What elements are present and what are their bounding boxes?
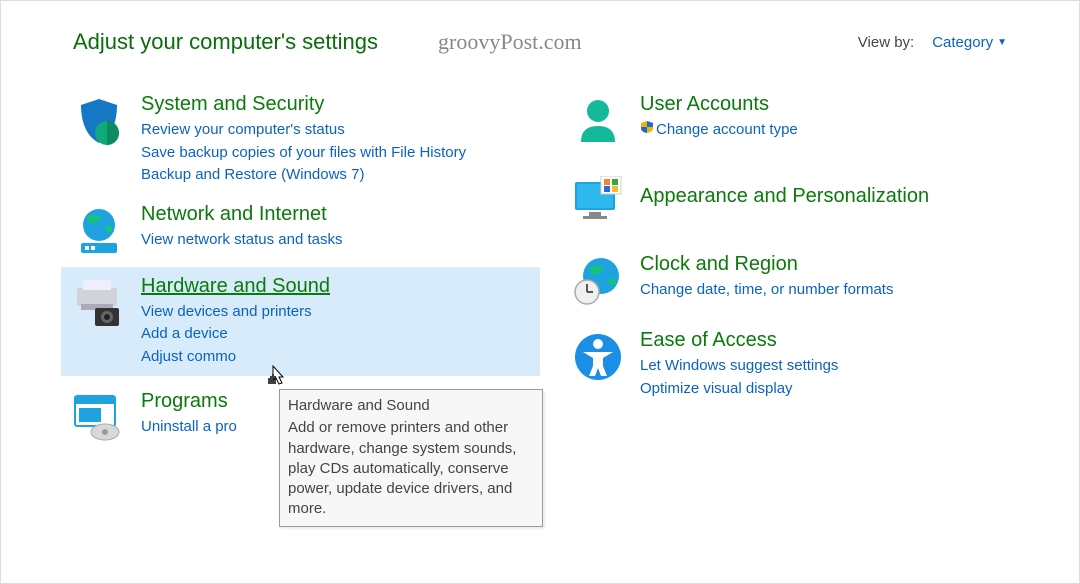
link-change-account-text: Change account type: [656, 121, 798, 138]
globe-icon: [71, 203, 127, 259]
page-title: Adjust your computer's settings: [73, 29, 378, 55]
category-user-accounts: User Accounts Change account type: [560, 85, 1039, 157]
printer-icon: [71, 275, 127, 331]
category-network: Network and Internet View network status…: [61, 195, 540, 267]
view-by-dropdown[interactable]: Category ▼: [932, 34, 1007, 51]
category-title-programs[interactable]: Programs: [141, 390, 237, 413]
link-add-device[interactable]: Add a device: [141, 323, 330, 346]
category-title-appearance[interactable]: Appearance and Personalization: [640, 185, 929, 208]
link-view-devices[interactable]: View devices and printers: [141, 301, 330, 324]
category-system: System and Security Review your computer…: [61, 85, 540, 195]
link-change-account[interactable]: Change account type: [640, 119, 798, 142]
link-review-status[interactable]: Review your computer's status: [141, 119, 466, 142]
link-network-status[interactable]: View network status and tasks: [141, 229, 343, 252]
view-by-label: View by:: [858, 34, 914, 51]
link-file-history[interactable]: Save backup copies of your files with Fi…: [141, 142, 466, 165]
category-title-user[interactable]: User Accounts: [640, 93, 798, 116]
category-title-system[interactable]: System and Security: [141, 93, 466, 116]
category-hardware: Hardware and Sound View devices and prin…: [61, 267, 540, 377]
view-by-value: Category: [932, 34, 993, 51]
user-icon: [570, 93, 626, 149]
header: Adjust your computer's settings groovyPo…: [1, 1, 1079, 65]
category-title-hardware[interactable]: Hardware and Sound: [141, 275, 330, 298]
category-clock: Clock and Region Change date, time, or n…: [560, 245, 1039, 317]
link-suggest-settings[interactable]: Let Windows suggest settings: [640, 355, 838, 378]
link-adjust-mobility[interactable]: Adjust commo: [141, 346, 330, 369]
link-backup-restore[interactable]: Backup and Restore (Windows 7): [141, 164, 466, 187]
category-title-ease[interactable]: Ease of Access: [640, 329, 838, 352]
link-change-date[interactable]: Change date, time, or number formats: [640, 279, 893, 302]
link-optimize-display[interactable]: Optimize visual display: [640, 378, 838, 401]
link-uninstall[interactable]: Uninstall a pro: [141, 416, 237, 439]
accessibility-icon: [570, 329, 626, 385]
category-title-clock[interactable]: Clock and Region: [640, 253, 893, 276]
category-title-network[interactable]: Network and Internet: [141, 203, 343, 226]
tooltip: Hardware and Sound Add or remove printer…: [279, 389, 543, 527]
tooltip-body: Add or remove printers and other hardwar…: [288, 418, 534, 519]
chevron-down-icon: ▼: [997, 37, 1007, 48]
category-ease: Ease of Access Let Windows suggest setti…: [560, 321, 1039, 408]
view-by: View by: Category ▼: [858, 34, 1007, 51]
clock-globe-icon: [570, 253, 626, 309]
monitor-icon: [570, 173, 626, 229]
watermark: groovyPost.com: [438, 29, 582, 55]
uac-shield-icon: [640, 119, 654, 142]
shield-icon: [71, 93, 127, 149]
category-appearance: Appearance and Personalization: [560, 165, 1039, 237]
programs-icon: [71, 390, 127, 446]
tooltip-title: Hardware and Sound: [288, 396, 534, 416]
